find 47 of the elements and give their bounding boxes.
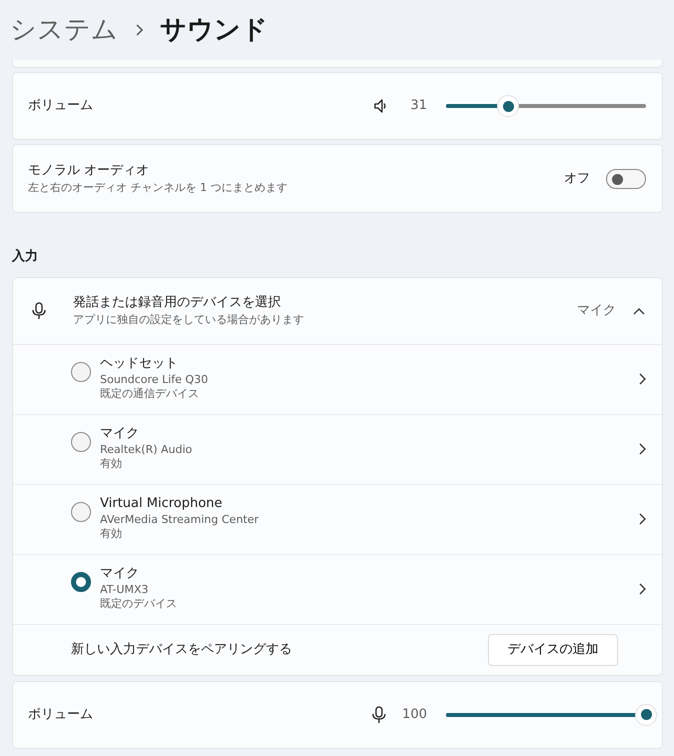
device-detail: AVerMedia Streaming Center (100, 513, 260, 528)
device-detail: Soundcore Life Q30 (100, 373, 209, 388)
chevron-icon (134, 23, 144, 37)
volume-label: ボリューム (28, 97, 94, 116)
chevron-right-icon (638, 372, 646, 386)
device-name: マイク (100, 566, 140, 584)
device-name: マイク (100, 426, 140, 444)
radio-button[interactable] (71, 362, 91, 382)
setting-description: アプリに独自の設定をしている場合があります (73, 312, 305, 328)
chevron-right-icon (638, 442, 646, 456)
device-row[interactable]: マイク AT-UMX3 既定のデバイス (13, 554, 662, 624)
device-status: 有効 (100, 457, 123, 472)
radio-button[interactable] (71, 502, 91, 522)
radio-button[interactable] (71, 432, 91, 452)
setting-title: 発話または録音用のデバイスを選択 (73, 294, 282, 312)
device-row[interactable]: マイク Realtek(R) Audio 有効 (13, 414, 662, 484)
slider-thumb[interactable] (635, 704, 657, 726)
radio-button[interactable] (71, 572, 91, 592)
toggle-state: オフ (564, 170, 590, 188)
device-row[interactable]: ヘッドセット Soundcore Life Q30 既定の通信デバイス (13, 344, 662, 414)
device-status: 既定のデバイス (100, 597, 178, 612)
speaker-icon (373, 98, 387, 114)
add-device-button[interactable]: デバイスの追加 (488, 634, 618, 666)
chevron-right-icon (638, 512, 646, 526)
volume-reading: 100 (401, 706, 427, 724)
page-title: サウンド (160, 14, 268, 46)
selected-device: マイク (577, 302, 616, 320)
setting-description: 左と右のオーディオ チャンネルを 1 つにまとめます (28, 180, 288, 196)
slider-thumb[interactable] (497, 95, 519, 117)
toggle-switch[interactable] (606, 168, 646, 188)
volume-reading: 31 (409, 97, 427, 116)
device-detail: AT-UMX3 (100, 583, 150, 598)
volume-label: ボリューム (28, 706, 94, 724)
section-heading: 入力 (10, 248, 39, 266)
pair-label: 新しい入力デバイスをペアリングする (71, 640, 293, 659)
device-name: Virtual Microphone (100, 496, 224, 514)
device-detail: Realtek(R) Audio (100, 443, 194, 458)
device-row[interactable]: Virtual Microphone AVerMedia Streaming Center 有効 (13, 484, 662, 554)
microphone-icon (31, 302, 47, 320)
expander-header[interactable]: 発話または録音用のデバイスを選択 アプリに独自の設定をしている場合があります マイク (13, 278, 662, 344)
breadcrumb-link[interactable]: システム (10, 10, 118, 50)
chevron-right-icon (638, 582, 646, 596)
device-status: 有効 (100, 527, 123, 542)
device-name: ヘッドセット (100, 356, 179, 374)
setting-title: モノラル オーディオ (28, 162, 150, 180)
microphone-icon (371, 706, 387, 724)
device-status: 既定の通信デバイス (100, 387, 200, 402)
